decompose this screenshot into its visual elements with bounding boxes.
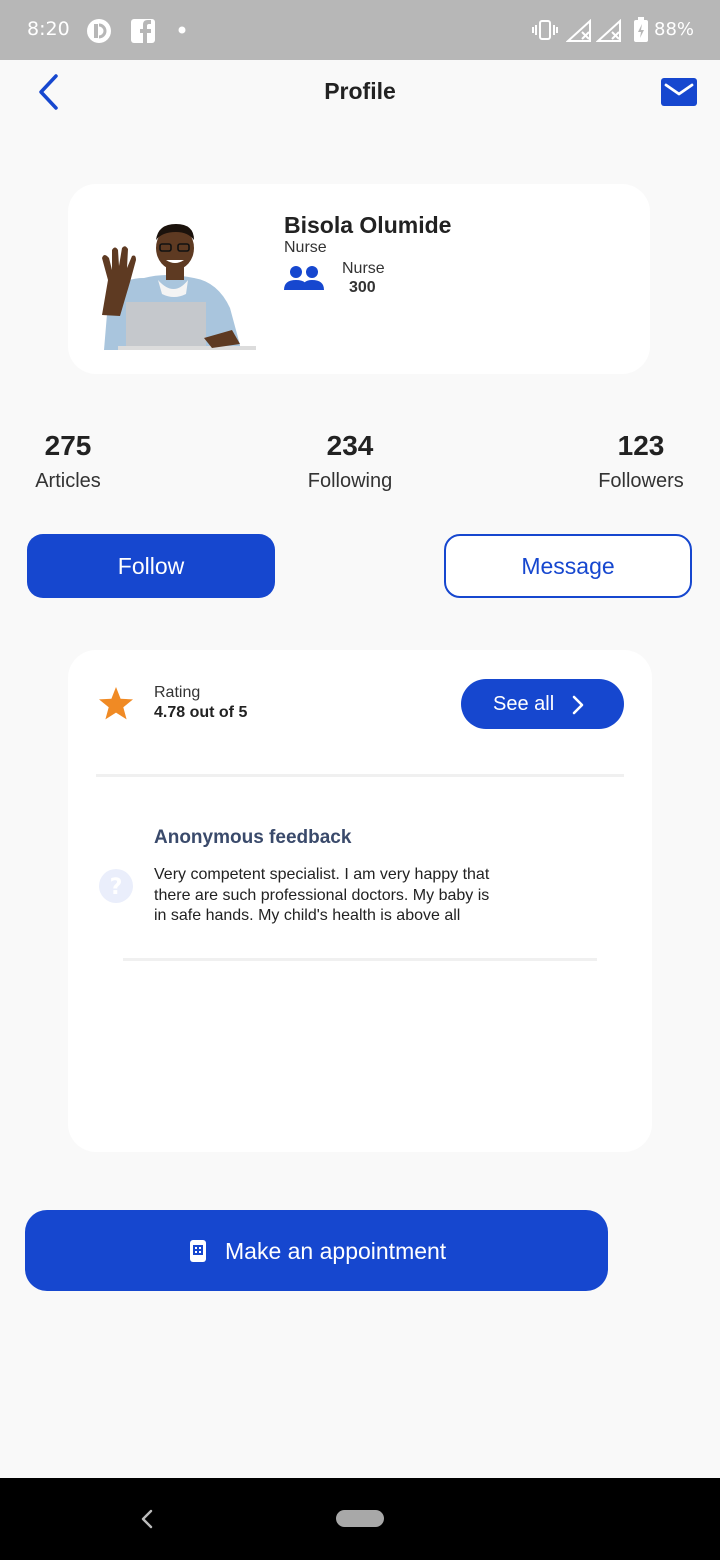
stat-articles-value: 275 <box>44 430 92 461</box>
facebook-icon <box>131 19 155 43</box>
stat-followers-value: 123 <box>617 430 665 461</box>
feedback-text: Very competent specialist. I am very hap… <box>154 866 490 924</box>
stat-articles[interactable]: 275 Articles <box>0 430 148 493</box>
follow-button[interactable]: Follow <box>27 534 275 598</box>
profile-role: Nurse <box>284 239 327 256</box>
star-icon <box>99 687 133 720</box>
vibrate-icon <box>532 20 558 40</box>
feedback-title: Anonymous feedback <box>154 827 352 848</box>
stat-following-value: 234 <box>326 430 374 461</box>
group-icon <box>284 266 324 290</box>
profile-stat-value: 300 <box>349 279 376 296</box>
page-title: Profile <box>324 78 396 104</box>
question-icon: ? <box>99 869 133 903</box>
status-bar: 8:20 88% <box>0 0 720 60</box>
dot-icon <box>178 26 186 34</box>
make-appointment-button[interactable]: Make an appointment <box>25 1210 608 1291</box>
battery-icon <box>634 17 648 42</box>
battery-percent: 88% <box>654 19 695 40</box>
see-all-label: See all <box>493 692 555 715</box>
divider <box>123 958 597 961</box>
stat-articles-label: Articles <box>35 470 101 492</box>
rating-card: Rating 4.78 out of 5 See all ? Anonymous… <box>68 650 652 1152</box>
see-all-button[interactable]: See all <box>461 679 624 729</box>
system-nav-bar <box>0 1478 720 1560</box>
rating-value: 4.78 out of 5 <box>154 704 248 721</box>
nav-home-pill[interactable] <box>336 1510 384 1527</box>
profile-stat-label: Nurse <box>342 260 385 277</box>
app-notification-icon <box>87 19 111 43</box>
svg-text:?: ? <box>110 875 123 900</box>
stat-followers-label: Followers <box>598 470 684 492</box>
profile-name: Bisola Olumide <box>284 212 452 238</box>
stat-following-label: Following <box>307 470 393 492</box>
signal-icon-2 <box>596 19 621 42</box>
mail-icon[interactable] <box>661 78 697 106</box>
divider <box>96 774 624 777</box>
avatar <box>94 220 256 350</box>
status-time: 8:20 <box>27 18 70 40</box>
profile-card: Bisola Olumide Nurse Nurse 300 <box>68 184 650 374</box>
stat-followers[interactable]: 123 Followers <box>561 430 720 493</box>
phone-icon <box>190 1240 206 1262</box>
chevron-right-icon <box>572 695 584 715</box>
signal-icon <box>566 19 591 42</box>
stat-following[interactable]: 234 Following <box>270 430 430 493</box>
message-button[interactable]: Message <box>444 534 692 598</box>
nav-back-icon[interactable] <box>138 1508 158 1530</box>
make-appointment-label: Make an appointment <box>225 1238 447 1264</box>
rating-label: Rating <box>154 684 201 701</box>
